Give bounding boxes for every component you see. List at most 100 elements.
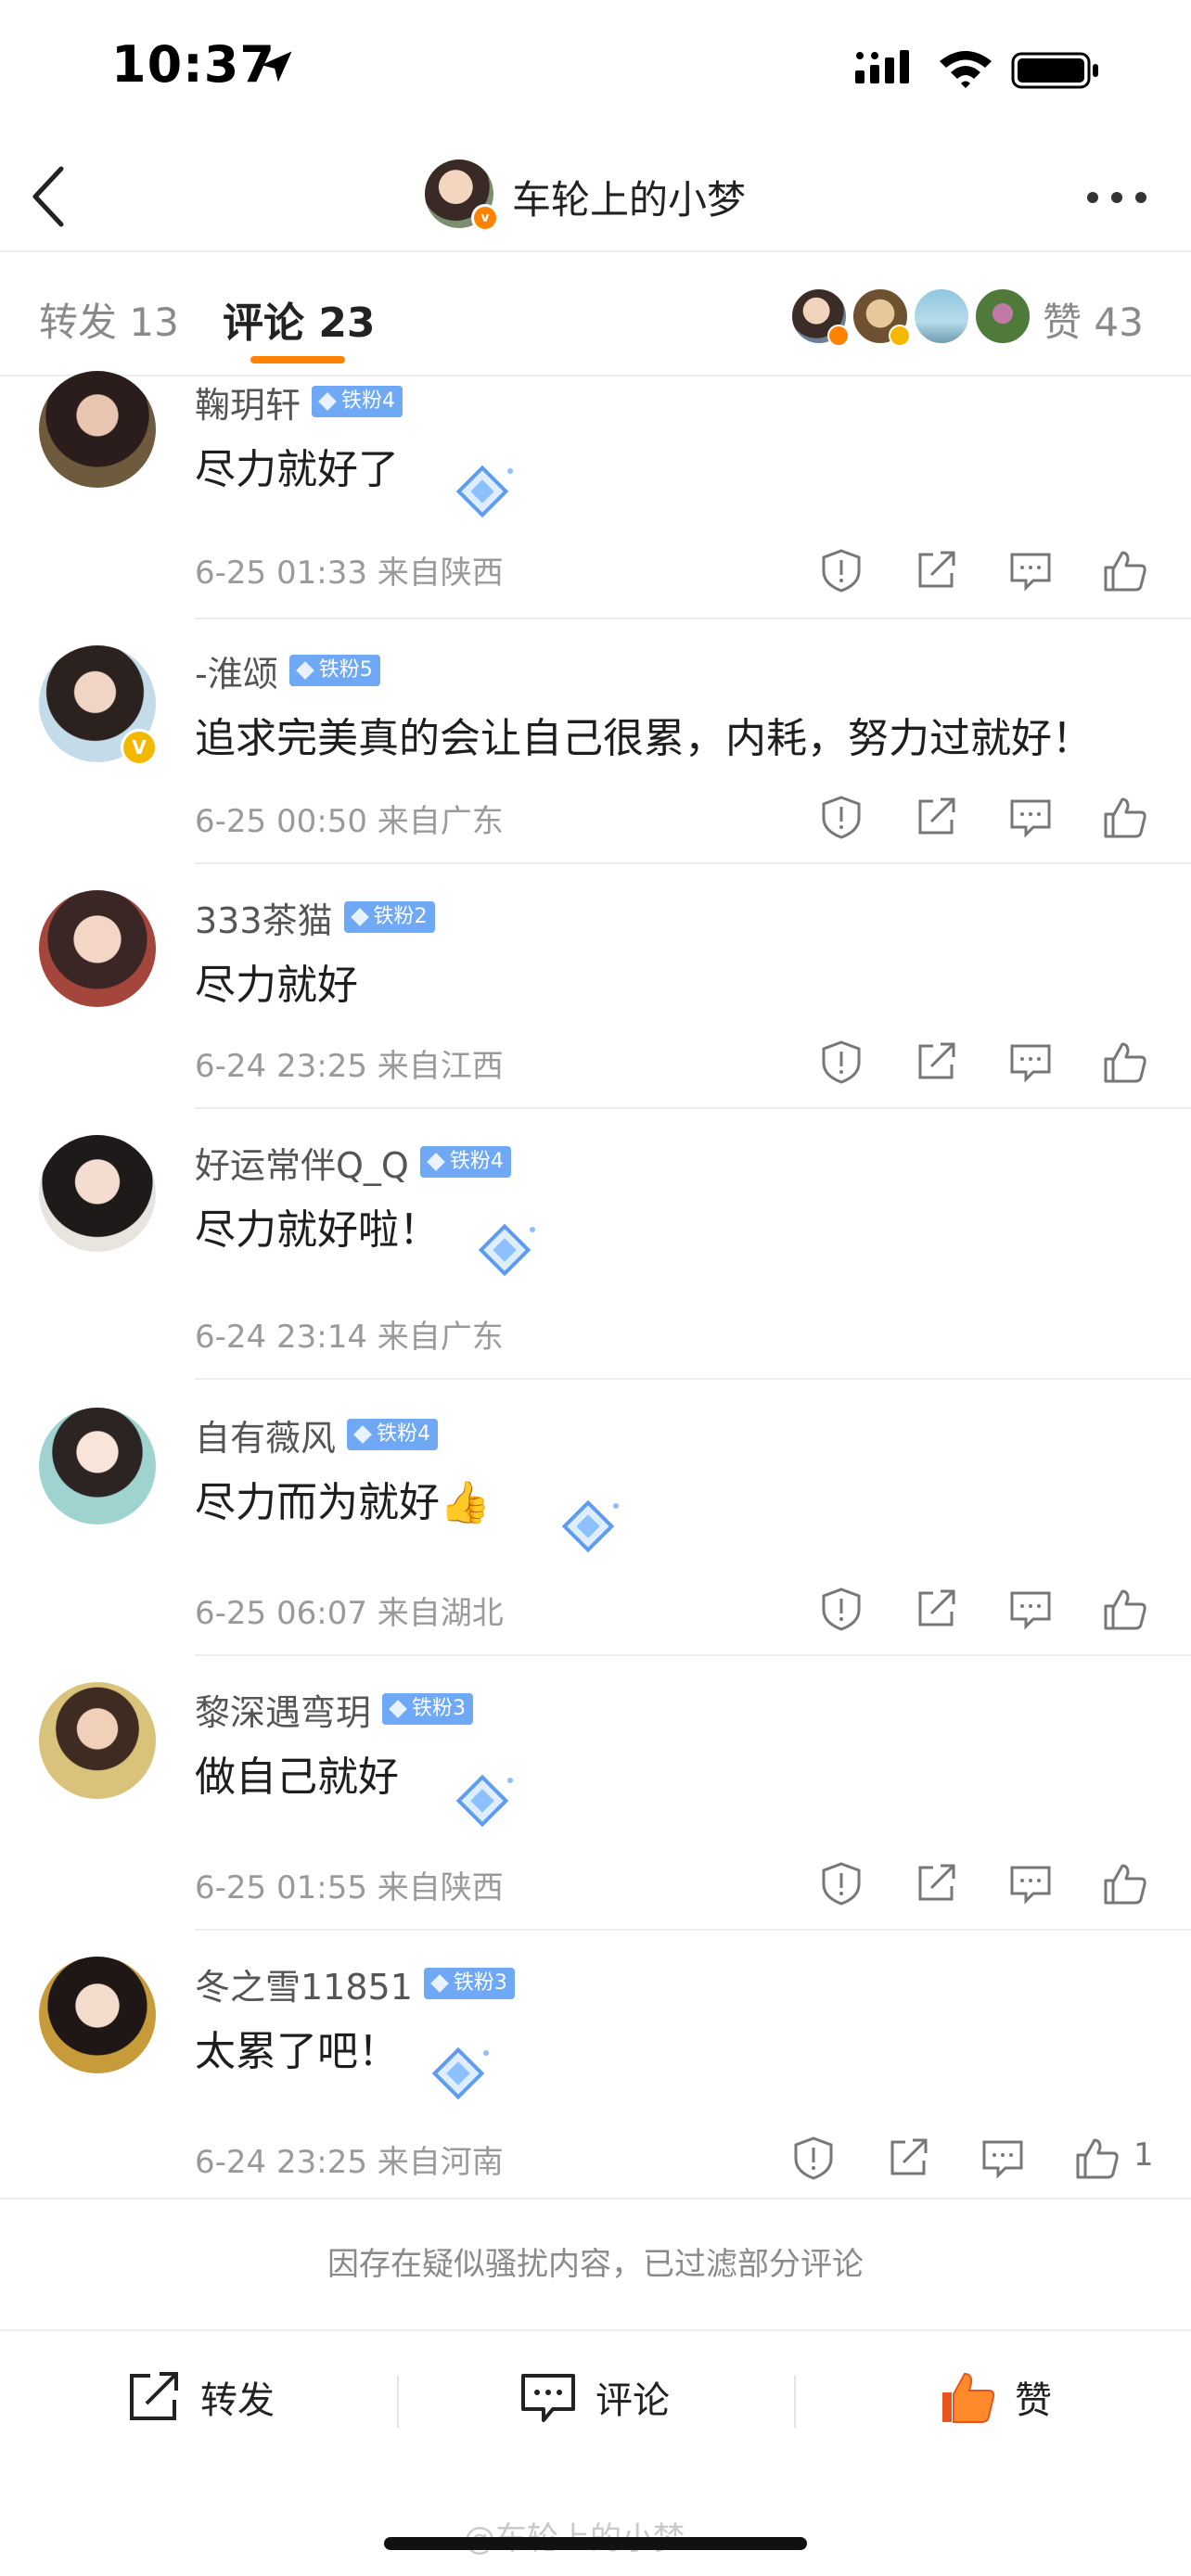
separator [794, 2376, 796, 2428]
separator [397, 2376, 399, 2428]
tab-repost[interactable]: 转发 13 [39, 291, 179, 348]
comment-meta: 6-25 00:50 来自广东 [195, 803, 504, 840]
nav-bar: v 车轮上的小梦 [0, 148, 1191, 252]
comment-meta: 6-25 01:33 来自陕西 [195, 555, 504, 592]
share-icon[interactable] [885, 2135, 931, 2181]
verified-badge-icon [827, 325, 850, 347]
like-thumb-icon[interactable] [1074, 2135, 1121, 2181]
report-icon[interactable] [790, 2135, 837, 2181]
share-icon[interactable] [913, 794, 959, 840]
battery-icon [1011, 52, 1098, 89]
like-thumb-icon[interactable] [1102, 1586, 1148, 1632]
diamond-sticker-icon [431, 2047, 489, 2100]
comment-meta: 6-24 23:25 来自江西 [195, 1048, 504, 1085]
back-chevron-icon[interactable] [28, 159, 69, 234]
bottom-action-bar: 转发 评论 赞 [0, 2329, 1191, 2468]
more-options-icon[interactable] [1083, 182, 1150, 213]
repost-button[interactable]: 转发 [122, 2365, 275, 2429]
commenter-avatar[interactable] [39, 371, 156, 488]
comment-text: 尽力就好了 [195, 446, 399, 493]
fan-badge-label: 铁粉3 [412, 1697, 467, 1720]
fan-badge: 铁粉3 [382, 1693, 474, 1725]
diamond-sticker-icon [455, 465, 513, 518]
comment-meta: 6-25 01:55 来自陕西 [195, 1869, 504, 1906]
status-time: 10:37 [111, 35, 275, 94]
verified-badge-icon [889, 325, 911, 347]
commenter-avatar[interactable] [39, 1957, 156, 2073]
divider [195, 1378, 1191, 1380]
tab-comment[interactable]: 评论 23 [223, 289, 376, 349]
like-thumb-icon[interactable] [1102, 1039, 1148, 1085]
liker-avatars[interactable] [790, 287, 1031, 347]
comment-button[interactable]: 评论 [518, 2365, 670, 2429]
commenter-name[interactable]: 自有薇风 [195, 1409, 336, 1460]
report-icon[interactable] [818, 547, 864, 593]
comment-text: 尽力就好 [195, 962, 358, 1009]
divider [195, 1107, 1191, 1109]
status-bar: 10:37 [0, 0, 1191, 139]
diamond-icon [426, 1153, 445, 1171]
commenter-name[interactable]: 鞠玥轩 [195, 376, 301, 427]
diamond-icon [389, 1700, 407, 1718]
commenter-name[interactable]: 冬之雪11851 [195, 1958, 413, 2009]
reply-icon[interactable] [1007, 1039, 1054, 1085]
comment-meta: 6-24 23:14 来自广东 [195, 1319, 504, 1356]
comment-text: 尽力就好啦！ [195, 1206, 440, 1254]
verified-badge-icon: V [121, 729, 158, 766]
commenter-name[interactable]: -淮颂 [195, 645, 278, 696]
fan-badge: 铁粉4 [312, 386, 403, 417]
watermark: @车轮上的小梦 [464, 2513, 685, 2558]
like-button[interactable]: 赞 [937, 2365, 1052, 2429]
fan-badge-label: 铁粉4 [341, 389, 396, 413]
liker-avatar [974, 287, 1031, 345]
like-thumb-filled-icon [942, 2372, 995, 2423]
fan-badge: 铁粉4 [347, 1419, 439, 1450]
share-icon[interactable] [913, 547, 959, 593]
commenter-name[interactable]: 黎深遇弯玥 [195, 1684, 371, 1735]
diamond-sticker-icon [455, 1774, 513, 1828]
author-name[interactable]: 车轮上的小梦 [512, 169, 746, 225]
cellular-signal-icon [855, 50, 909, 83]
like-thumb-icon[interactable] [1102, 794, 1148, 840]
commenter-avatar[interactable] [39, 890, 156, 1007]
share-icon[interactable] [913, 1039, 959, 1085]
fan-badge-label: 铁粉4 [377, 1422, 431, 1446]
reply-icon[interactable] [1007, 794, 1054, 840]
report-icon[interactable] [818, 794, 864, 840]
comment-text: 太累了吧！ [195, 2028, 399, 2075]
commenter-name[interactable]: 好运常伴Q_Q [195, 1137, 409, 1188]
reply-icon[interactable] [1007, 1860, 1054, 1906]
share-icon[interactable] [913, 1860, 959, 1906]
tab-bar: 转发 13 评论 23 赞 43 [0, 252, 1191, 376]
like-label: 赞 [1015, 2379, 1052, 2422]
like-thumb-icon[interactable] [1102, 1860, 1148, 1906]
commenter-name[interactable]: 333茶猫 [195, 892, 333, 943]
diamond-sticker-icon [561, 1499, 619, 1553]
reply-icon[interactable] [1007, 547, 1054, 593]
divider [195, 1929, 1191, 1931]
commenter-avatar[interactable] [39, 1135, 156, 1252]
fan-badge: 铁粉4 [419, 1146, 511, 1178]
reply-icon[interactable] [980, 2135, 1026, 2181]
report-icon[interactable] [818, 1860, 864, 1906]
commenter-avatar[interactable] [39, 1408, 156, 1524]
fan-badge-label: 铁粉2 [373, 905, 428, 928]
like-thumb-icon[interactable] [1102, 547, 1148, 593]
home-indicator[interactable] [384, 2537, 807, 2550]
fan-badge: 铁粉5 [288, 655, 380, 686]
report-icon[interactable] [818, 1039, 864, 1085]
report-icon[interactable] [818, 1586, 864, 1632]
diamond-icon [295, 661, 314, 680]
fan-badge-label: 铁粉5 [318, 658, 373, 682]
tab-like[interactable]: 赞 43 [1043, 291, 1144, 348]
fan-badge-label: 铁粉3 [453, 1971, 507, 1995]
comment-meta: 6-25 06:07 来自湖北 [195, 1595, 504, 1632]
fan-badge: 铁粉2 [343, 901, 435, 933]
diamond-icon [318, 392, 337, 411]
comment-label: 评论 [596, 2379, 670, 2422]
reply-icon[interactable] [1007, 1586, 1054, 1632]
comment-bubble-icon [521, 2374, 575, 2422]
verified-badge-icon: v [471, 204, 499, 232]
share-icon[interactable] [913, 1586, 959, 1632]
commenter-avatar[interactable] [39, 1682, 156, 1799]
